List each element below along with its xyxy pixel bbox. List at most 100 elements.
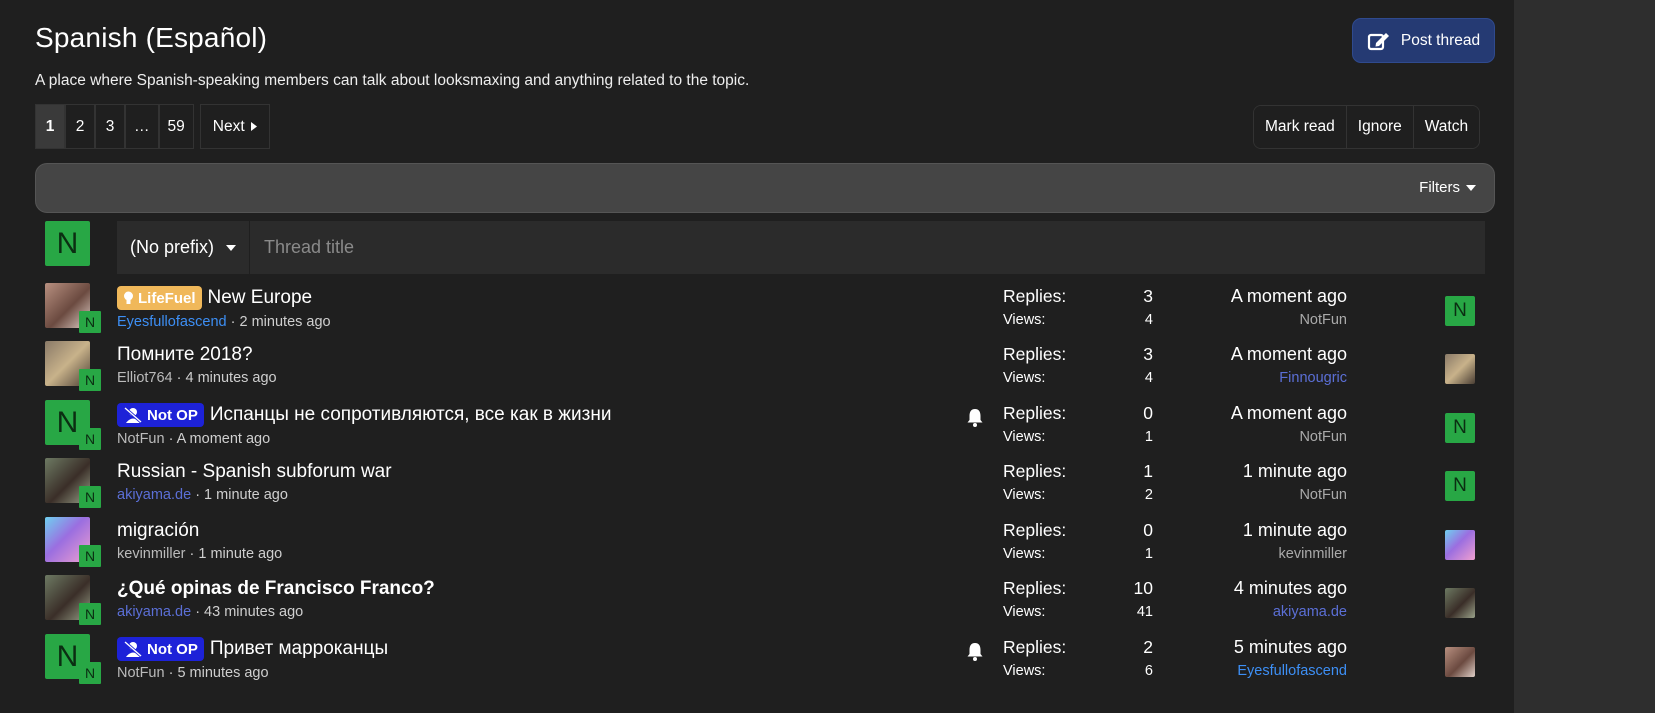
last-poster-link[interactable]: NotFun: [1087, 429, 1347, 445]
page-2[interactable]: 2: [65, 104, 95, 149]
last-poster-link[interactable]: Finnougric: [1087, 370, 1347, 386]
user-badge: N: [79, 428, 101, 450]
user-badge: N: [79, 311, 101, 333]
last-post-time[interactable]: 5 minutes ago: [1087, 637, 1347, 658]
page-title: Spanish (Español): [35, 22, 268, 53]
thread-author-link[interactable]: akiyama.de: [117, 487, 191, 503]
not-op-label[interactable]: Not OP: [117, 637, 204, 661]
current-user-avatar[interactable]: N: [45, 221, 90, 266]
prefix-label: (No prefix): [130, 237, 215, 257]
thread-main: ¿Qué opinas de Francisco Franco? akiyama…: [117, 578, 435, 620]
thread-start-date[interactable]: A moment ago: [177, 431, 271, 447]
thread-title-link[interactable]: ¿Qué opinas de Francisco Franco?: [117, 578, 435, 600]
replies-label: Replies:: [1003, 520, 1067, 540]
last-post-time[interactable]: A moment ago: [1087, 403, 1347, 424]
last-poster-link[interactable]: kevinmiller: [1087, 546, 1348, 562]
views-label: Views:: [1003, 429, 1046, 445]
last-poster-avatar[interactable]: N: [1445, 296, 1475, 326]
thread-main: migración kevinmiller · 1 minute ago: [117, 520, 282, 562]
watch-button[interactable]: Watch: [1413, 106, 1480, 148]
last-post-time[interactable]: 4 minutes ago: [1087, 578, 1347, 599]
thread-title-line: Russian - Spanish subforum war: [117, 461, 392, 483]
filter-bar: Filters: [35, 163, 1495, 213]
ignore-button[interactable]: Ignore: [1346, 106, 1414, 148]
thread-author-link[interactable]: akiyama.de: [117, 604, 191, 620]
last-poster-avatar[interactable]: [1445, 530, 1475, 560]
last-poster-avatar[interactable]: [1445, 354, 1475, 384]
edit-icon: [1367, 32, 1389, 50]
thread-title-link[interactable]: Помните 2018?: [117, 344, 253, 366]
thread-author-link[interactable]: NotFun: [117, 431, 165, 447]
bell-icon[interactable]: [966, 642, 984, 661]
label-text: LifeFuel: [138, 289, 196, 307]
thread-title-input[interactable]: [250, 221, 1485, 274]
thread-start-date[interactable]: 4 minutes ago: [186, 370, 277, 386]
thread-row[interactable]: N N Not OP Привет марроканцы NotFun · 5 …: [0, 634, 1514, 696]
last-post-time[interactable]: 1 minute ago: [1087, 461, 1347, 482]
thread-row[interactable]: N Помните 2018? Elliot764 · 4 minutes ag…: [0, 341, 1514, 403]
bell-icon[interactable]: [966, 408, 984, 427]
thread-start-date[interactable]: 2 minutes ago: [240, 314, 331, 330]
last-poster-avatar[interactable]: [1445, 647, 1475, 677]
thread-title-link[interactable]: Привет марроканцы: [210, 638, 388, 660]
last-poster-avatar[interactable]: [1445, 588, 1475, 618]
meta-separator: ·: [195, 487, 205, 503]
thread-start-date[interactable]: 43 minutes ago: [204, 604, 303, 620]
thread-author-link[interactable]: Elliot764: [117, 370, 173, 386]
thread-row[interactable]: N LifeFuel New Europe Eyesfullofascend ·…: [0, 283, 1514, 345]
caret-down-icon: [226, 244, 237, 251]
thread-meta: akiyama.de · 43 minutes ago: [117, 604, 435, 620]
next-page-button[interactable]: Next: [199, 104, 270, 149]
forum-page: Spanish (Español) A place where Spanish-…: [0, 0, 1514, 713]
page-3[interactable]: 3: [95, 104, 125, 149]
thread-meta: Elliot764 · 4 minutes ago: [117, 370, 277, 386]
thread-author-link[interactable]: kevinmiller: [117, 546, 186, 562]
thread-author-link[interactable]: Eyesfullofascend: [117, 314, 227, 330]
last-poster-avatar[interactable]: N: [1445, 471, 1475, 501]
last-poster-link[interactable]: Eyesfullofascend: [1087, 663, 1347, 679]
mark-read-button[interactable]: Mark read: [1254, 106, 1347, 148]
thread-title-link[interactable]: Испанцы не сопротивляются, все как в жиз…: [210, 404, 612, 426]
thread-title-line: ¿Qué opinas de Francisco Franco?: [117, 578, 435, 600]
next-label: Next: [212, 117, 245, 135]
thread-row[interactable]: N ¿Qué opinas de Francisco Franco? akiya…: [0, 575, 1514, 637]
thread-meta: NotFun · A moment ago: [117, 431, 611, 447]
lifefuel-label[interactable]: LifeFuel: [117, 286, 202, 310]
thread-meta: kevinmiller · 1 minute ago: [117, 546, 282, 562]
user-badge: N: [79, 603, 101, 625]
thread-row[interactable]: N N Not OP Испанцы не сопротивляются, вс…: [0, 400, 1514, 462]
user-badge: N: [79, 486, 101, 508]
prefix-dropdown[interactable]: (No prefix): [117, 221, 251, 274]
replies-label: Replies:: [1003, 578, 1067, 598]
views-label: Views:: [1003, 487, 1046, 503]
thread-start-date[interactable]: 1 minute ago: [198, 546, 282, 562]
replies-label: Replies:: [1003, 344, 1067, 364]
last-post-time[interactable]: 1 minute ago: [1087, 520, 1347, 541]
filters-button[interactable]: Filters: [1419, 179, 1476, 196]
page-ellipsis[interactable]: …: [125, 104, 159, 149]
not-op-label[interactable]: Not OP: [117, 403, 204, 427]
page-59[interactable]: 59: [158, 104, 194, 149]
last-post-time[interactable]: A moment ago: [1087, 286, 1347, 307]
thread-start-date[interactable]: 1 minute ago: [204, 487, 288, 503]
views-label: Views:: [1003, 312, 1046, 328]
thread-start-date[interactable]: 5 minutes ago: [177, 665, 268, 681]
thread-author-link[interactable]: NotFun: [117, 665, 165, 681]
meta-separator: ·: [168, 431, 177, 447]
last-post-time[interactable]: A moment ago: [1087, 344, 1347, 365]
last-poster-avatar[interactable]: N: [1445, 413, 1475, 443]
last-poster-link[interactable]: NotFun: [1087, 312, 1347, 328]
post-thread-button[interactable]: Post thread: [1352, 18, 1495, 63]
thread-title-link[interactable]: New Europe: [208, 287, 313, 309]
thread-row[interactable]: N migración kevinmiller · 1 minute ago R…: [0, 517, 1514, 579]
label-text: Not OP: [147, 640, 198, 658]
thread-row[interactable]: N Russian - Spanish subforum war akiyama…: [0, 458, 1514, 520]
thread-title-line: Not OP Испанцы не сопротивляются, все ка…: [117, 403, 611, 427]
meta-separator: ·: [230, 314, 240, 330]
last-poster-link[interactable]: NotFun: [1087, 487, 1347, 503]
page-1[interactable]: 1: [35, 104, 65, 149]
last-poster-link[interactable]: akiyama.de: [1087, 604, 1347, 620]
user-badge: N: [79, 545, 101, 567]
thread-title-link[interactable]: Russian - Spanish subforum war: [117, 461, 392, 483]
thread-title-link[interactable]: migración: [117, 520, 199, 542]
